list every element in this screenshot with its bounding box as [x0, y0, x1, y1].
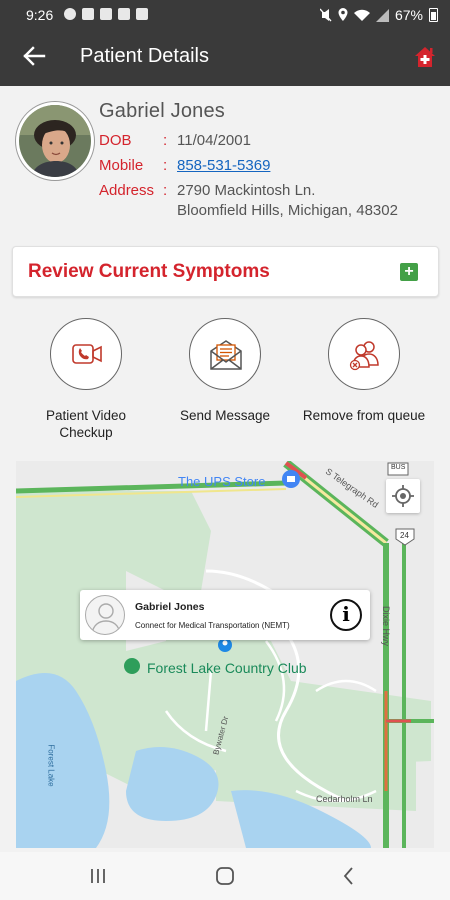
review-symptoms-card[interactable]: Review Current Symptoms + — [12, 246, 439, 297]
patient-name: Gabriel Jones — [99, 100, 225, 122]
address-colon: : — [163, 182, 168, 199]
remove-queue-action[interactable]: Remove from queue — [294, 318, 434, 424]
video-checkup-action[interactable]: Patient Video Checkup — [16, 318, 156, 441]
ups-store-label[interactable]: The UPS Store — [178, 474, 265, 489]
remove-queue-button[interactable] — [328, 318, 400, 390]
patient-avatar — [16, 102, 94, 180]
info-notification-icon — [64, 8, 76, 20]
expand-plus-icon[interactable]: + — [400, 263, 418, 281]
wifi-icon — [353, 9, 370, 21]
remove-queue-label: Remove from queue — [302, 408, 426, 423]
forest-lake-label[interactable]: Forest Lake Country Club — [147, 660, 307, 676]
address-line1: 2790 Mackintosh Ln. — [177, 182, 316, 199]
system-nav-bar — [0, 852, 450, 900]
remove-user-icon — [349, 341, 379, 371]
mobile-label: Mobile — [99, 157, 144, 174]
info-subtitle: Connect for Medical Transportation (NEMT… — [135, 621, 290, 630]
status-bar: 9:26 67% — [0, 0, 450, 30]
dob-colon: : — [163, 132, 168, 149]
envelope-icon — [210, 340, 242, 370]
home-medical-icon[interactable] — [414, 46, 436, 68]
video-call-button[interactable] — [50, 318, 122, 390]
map-background — [16, 461, 434, 848]
dob-label: DOB — [99, 132, 132, 149]
address-line2: Bloomfield Hills, Michigan, 48302 — [177, 202, 398, 219]
battery-text: 67% — [394, 7, 423, 23]
notification-icons — [64, 8, 148, 20]
app-notification-icon — [136, 8, 148, 20]
address-row: Address:2790 Mackintosh Ln. — [99, 182, 315, 199]
system-icons: 67% — [319, 7, 438, 23]
mute-icon — [319, 8, 332, 22]
map-view[interactable]: The UPS Store Forest Lake Country Club S… — [16, 461, 434, 848]
info-avatar-icon — [85, 595, 125, 635]
dixie-highway-label: Dixie Hwy — [381, 605, 392, 647]
patient-info: Gabriel Jones DOB:11/04/2001 Mobile:858-… — [0, 86, 450, 226]
address-label: Address — [99, 182, 155, 199]
dob-row: DOB:11/04/2001 — [99, 132, 251, 149]
send-message-action[interactable]: Send Message — [155, 318, 295, 424]
map-info-window[interactable]: Gabriel Jones Connect for Medical Transp… — [80, 590, 370, 640]
info-icon[interactable]: i — [330, 599, 362, 631]
review-symptoms-label: Review Current Symptoms — [28, 261, 270, 282]
route-shield: 24 — [400, 531, 409, 540]
image-notification-icon — [100, 8, 112, 20]
signal-icon — [375, 8, 389, 22]
crosshair-icon — [392, 485, 414, 507]
mobile-row: Mobile:858-531-5369 — [99, 157, 270, 174]
back-arrow-icon[interactable] — [20, 42, 48, 70]
app-notification-icon — [82, 8, 94, 20]
app-notification-icon — [118, 8, 130, 20]
status-time: 9:26 — [26, 7, 54, 23]
send-message-button[interactable] — [189, 318, 261, 390]
back-button-icon[interactable] — [337, 864, 361, 888]
app-bar: Patient Details — [0, 30, 450, 86]
video-checkup-label: Patient Video Checkup — [16, 407, 156, 441]
mobile-link[interactable]: 858-531-5369 — [177, 157, 270, 174]
video-checkup-text: Patient Video Checkup — [45, 408, 127, 440]
battery-icon — [429, 8, 438, 22]
location-icon — [338, 8, 348, 21]
recent-apps-icon[interactable] — [86, 864, 110, 888]
dob-value: 11/04/2001 — [177, 132, 251, 149]
page-title: Patient Details — [80, 45, 209, 67]
cedarholm-label: Cedarholm Ln — [316, 794, 373, 804]
video-call-icon — [72, 344, 102, 364]
info-patient-name: Gabriel Jones — [135, 601, 205, 613]
highway-shield: BUS — [391, 464, 406, 471]
home-button-icon[interactable] — [213, 864, 237, 888]
my-location-button[interactable] — [386, 479, 420, 513]
lake-label: Forest Lake — [46, 744, 56, 787]
mobile-colon: : — [163, 157, 168, 174]
send-message-label: Send Message — [179, 408, 271, 423]
